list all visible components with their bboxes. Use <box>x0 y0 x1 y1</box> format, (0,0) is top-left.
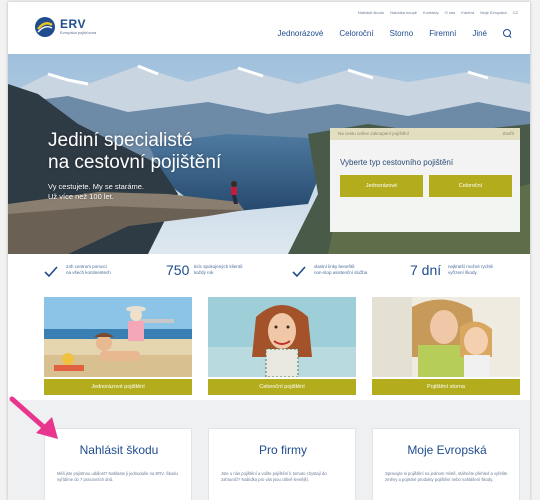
site-header: ERV Evropská pojišťovna Nahlásit škodu N… <box>8 2 530 54</box>
page: ERV Evropská pojišťovna Nahlásit škodu N… <box>0 0 540 500</box>
util-link-o-nas[interactable]: O nás <box>445 10 456 15</box>
util-link-kariera[interactable]: Kariéra <box>461 10 474 15</box>
quick-box-close[interactable]: Zavřít <box>502 131 514 136</box>
hero-sub-line2: Už více než 100 let. <box>48 192 114 201</box>
stat-assistance-line2: na všech kontinentech <box>66 270 111 275</box>
quick-btn-jednorazove[interactable]: Jednorázové <box>340 175 423 197</box>
stat-clients: tisíc spokojených klientů každý rok <box>194 264 243 276</box>
hero-banner: Jediní specialisté na cestovní pojištění… <box>8 54 530 254</box>
main-nav: Jednorázové Celoroční Storno Firemní Jin… <box>278 29 512 38</box>
hero-title: Jediní specialisté na cestovní pojištění <box>48 130 221 174</box>
logo-name: ERV <box>60 17 86 31</box>
hero-sub-line1: Vy cestujete. My se staráme. <box>48 182 145 191</box>
annotation-arrow-icon <box>9 396 58 439</box>
utility-nav: Nahlásit škodu Nabídka koupě Kontakty O … <box>358 10 518 15</box>
nav-jine[interactable]: Jiné <box>472 29 487 38</box>
info-card-title: Moje Evropská <box>407 443 487 457</box>
check-icon <box>292 266 306 278</box>
quick-box-question: Vyberte typ cestovního pojištění <box>340 158 454 167</box>
info-card-title: Nahlásit škodu <box>79 443 159 457</box>
info-card-title: Pro firmy <box>259 443 307 457</box>
info-card-text: Jste u nás pojištění a volíte pojištění … <box>221 471 327 482</box>
quick-purchase-box: Na cestu online zakoupení pojištění Zavř… <box>330 128 520 232</box>
product-card-jednorazove[interactable]: Jednorázové pojištění <box>44 297 192 395</box>
stat-assistance: 24h centrum pomoci na všech kontinentech <box>66 264 111 276</box>
check-icon <box>44 266 58 278</box>
nav-storno[interactable]: Storno <box>390 29 414 38</box>
stat-days-number: 7 dní <box>410 262 442 278</box>
card-btn-jednorazove[interactable]: Jednorázové pojištění <box>44 379 192 395</box>
info-card-pro-firmy[interactable]: Pro firmy Jste u nás pojištění a volíte … <box>208 428 356 500</box>
erv-logo[interactable]: ERV Evropská pojišťovna <box>34 16 96 38</box>
hero-subtitle: Vy cestujete. My se staráme. Už více než… <box>48 182 144 202</box>
stat-clients-number: 750 <box>166 262 190 278</box>
stat-hotline: vlastní linky benefitů non-stop asistenč… <box>314 264 367 276</box>
hero-title-line1: Jediní specialisté <box>48 130 193 151</box>
quick-btn-celorocni[interactable]: Celoroční <box>429 175 512 197</box>
info-section: Nahlásit škodu Měli jste pojistnou událo… <box>8 400 530 500</box>
card-btn-celorocni[interactable]: Celoroční pojištění <box>208 379 356 395</box>
nav-celorocni[interactable]: Celoroční <box>339 29 373 38</box>
search-icon[interactable] <box>503 29 512 38</box>
util-link-nabidka[interactable]: Nabídka koupě <box>390 10 417 15</box>
website-screenshot: ERV Evropská pojišťovna Nahlásit škodu N… <box>8 2 530 500</box>
hero-title-line2: na cestovní pojištění <box>48 152 222 173</box>
quick-box-header: Na cestu online zakoupení pojištění Zavř… <box>330 128 520 140</box>
product-card-storno[interactable]: Pojištění storna <box>372 297 520 395</box>
product-card-celorocni[interactable]: Celoroční pojištění <box>208 297 356 395</box>
smiling-woman-image <box>208 297 356 377</box>
stat-claims: nejkratší možné rychlé vyřízení škody <box>448 264 493 276</box>
stat-claims-line2: vyřízení škody <box>448 270 477 275</box>
util-link-nahlasit-skodu[interactable]: Nahlásit škodu <box>358 10 384 15</box>
stat-hotline-line2: non-stop asistenční služba <box>314 270 368 275</box>
info-card-text: Spravujte si pojištění na jednom místě, … <box>385 471 508 482</box>
info-card-moje-evropska[interactable]: Moje Evropská Spravujte si pojištění na … <box>372 428 520 500</box>
stats-strip: 24h centrum pomoci na všech kontinentech… <box>8 254 530 296</box>
util-link-language[interactable]: CZ <box>513 10 518 15</box>
nav-jednorazove[interactable]: Jednorázové <box>278 29 324 38</box>
info-card-text: Měli jste pojistnou událost? Nahlaste ji… <box>57 471 178 482</box>
logo-tagline: Evropská pojišťovna <box>60 30 97 35</box>
card-btn-storno[interactable]: Pojištění storna <box>372 379 520 395</box>
erv-logo-icon <box>34 16 56 38</box>
quick-box-header-label: Na cestu online zakoupení pojištění <box>338 131 410 136</box>
util-link-kontakty[interactable]: Kontakty <box>423 10 439 15</box>
info-card-nahlasit-skodu[interactable]: Nahlásit škodu Měli jste pojistnou událo… <box>44 428 192 500</box>
stat-clients-line2: každý rok <box>194 270 214 275</box>
beach-family-image <box>44 297 192 377</box>
nav-firemni[interactable]: Firemní <box>429 29 456 38</box>
util-link-moje-evropska[interactable]: Moje Evropská <box>480 10 506 15</box>
mother-daughter-image <box>372 297 520 377</box>
